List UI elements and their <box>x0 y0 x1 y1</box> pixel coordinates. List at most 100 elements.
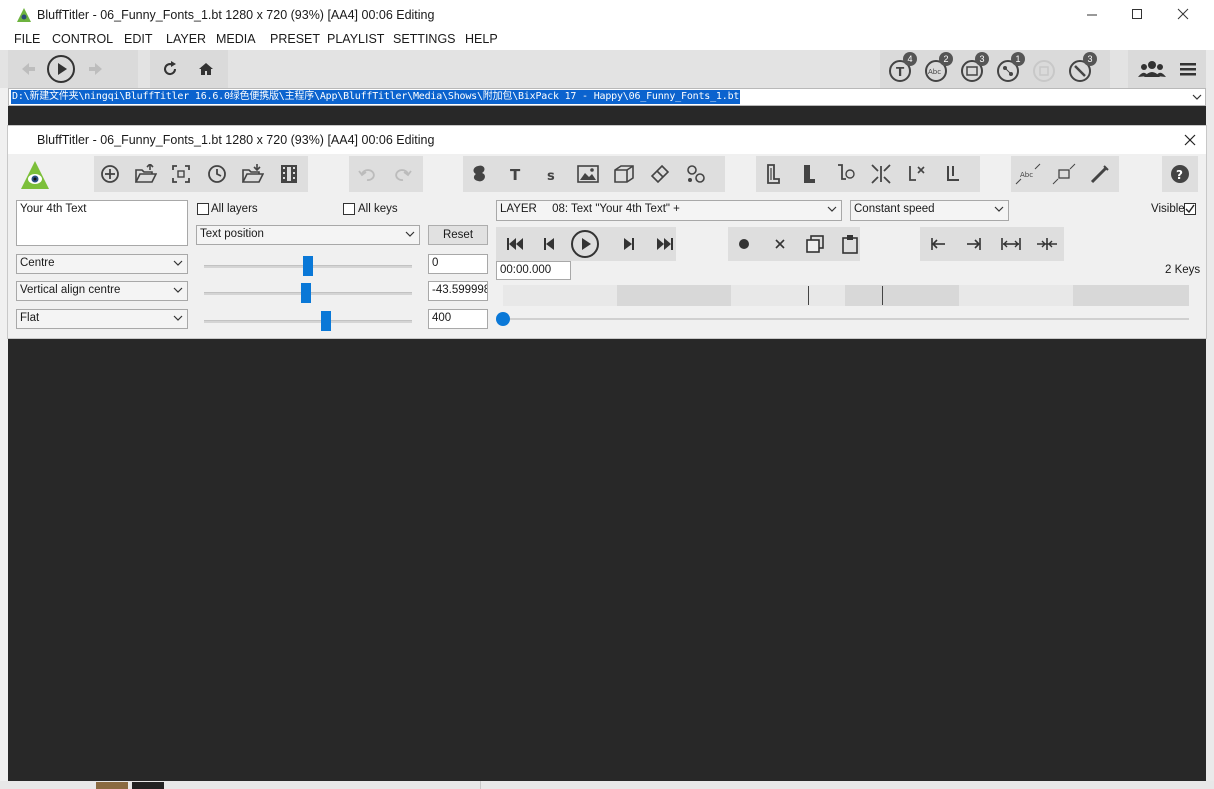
all-layers-checkbox[interactable] <box>197 203 209 215</box>
y-value-field[interactable]: -43.599998 <box>428 281 488 301</box>
menu-playlist[interactable]: PLAYLIST <box>327 32 384 46</box>
chevron-down-icon <box>994 204 1004 214</box>
home-icon[interactable] <box>198 61 214 77</box>
x-value-field[interactable]: 0 <box>428 254 488 274</box>
skip-end-icon[interactable] <box>656 236 674 252</box>
property-select[interactable]: Text position <box>196 225 420 245</box>
picture-layers-badge: 3 <box>975 52 989 66</box>
path-text[interactable]: D:\新建文件夹\ningqi\BluffTitler 16.6.0绿色便携版\… <box>11 90 741 104</box>
close-icon[interactable] <box>1177 8 1189 20</box>
minimize-icon[interactable] <box>1086 8 1098 20</box>
y-slider-thumb[interactable] <box>301 283 312 303</box>
key-marker[interactable] <box>882 286 883 305</box>
back-arrow-icon[interactable] <box>20 62 36 76</box>
layer-link-icon[interactable] <box>832 161 858 187</box>
delete-key-icon[interactable] <box>774 238 786 250</box>
layer-bottom-icon[interactable] <box>940 161 966 187</box>
svg-text:T: T <box>510 166 521 183</box>
horizontal-align-select[interactable]: Centre <box>16 254 188 274</box>
key-marker[interactable] <box>808 286 809 305</box>
film-icon[interactable] <box>276 161 302 187</box>
speed-select-value: Constant speed <box>854 203 935 215</box>
menu-edit[interactable]: EDIT <box>124 32 152 46</box>
layer-properties-icon[interactable] <box>760 161 786 187</box>
z-slider-thumb[interactable] <box>320 311 331 331</box>
next-key-icon[interactable] <box>966 237 982 251</box>
menu-media[interactable]: MEDIA <box>216 32 256 46</box>
forward-arrow-icon[interactable] <box>88 62 104 76</box>
visible-checkbox[interactable] <box>1184 203 1196 215</box>
cube-layer-icon[interactable] <box>611 161 637 187</box>
eraser-icon[interactable] <box>647 161 673 187</box>
text-content-field[interactable]: Your 4th Text <box>16 200 188 246</box>
wand-icon[interactable] <box>1087 161 1113 187</box>
style-select[interactable]: Flat <box>16 309 188 329</box>
vertical-align-select[interactable]: Vertical align centre <box>16 281 188 301</box>
layer-collapse-icon[interactable] <box>868 161 894 187</box>
cube-layers-icon[interactable] <box>1032 57 1058 83</box>
layer-fill-icon[interactable] <box>796 161 822 187</box>
add-layer-icon[interactable] <box>97 161 123 187</box>
layer-select[interactable]: LAYER 08: Text "Your 4th Text" + <box>496 200 842 221</box>
step-forward-icon[interactable] <box>623 236 635 252</box>
x-slider-thumb[interactable] <box>303 256 313 276</box>
text-layer-icon[interactable]: T <box>503 161 529 187</box>
expand-picture-icon[interactable] <box>1051 161 1077 187</box>
maximize-icon[interactable] <box>1131 8 1143 20</box>
paste-key-icon[interactable] <box>842 234 858 254</box>
prev-key-icon[interactable] <box>930 237 946 251</box>
vertical-align-value: Vertical align centre <box>20 284 121 296</box>
undo-icon[interactable] <box>354 161 380 187</box>
time-slider-thumb[interactable] <box>496 312 510 326</box>
expand-abc-icon[interactable]: Abc <box>1015 161 1041 187</box>
reset-button[interactable]: Reset <box>428 225 488 245</box>
refresh-icon[interactable] <box>162 61 178 77</box>
desktop-edge-right <box>1206 50 1214 789</box>
record-key-icon[interactable] <box>738 238 750 250</box>
checkmark-icon <box>1185 204 1195 214</box>
effect-layers-badge: 3 <box>1083 52 1097 66</box>
picture-layer-icon[interactable] <box>575 161 601 187</box>
key-timeline[interactable] <box>503 285 1189 306</box>
clock-icon[interactable] <box>204 161 230 187</box>
layer-delete-icon[interactable] <box>904 161 930 187</box>
editor-close-icon[interactable] <box>1184 134 1196 146</box>
copy-key-icon[interactable] <box>806 235 824 253</box>
time-slider-track[interactable] <box>503 318 1189 320</box>
menu-settings[interactable]: SETTINGS <box>393 32 456 46</box>
z-value-field[interactable]: 400 <box>428 309 488 329</box>
hamburger-menu-icon[interactable] <box>1180 61 1196 77</box>
import-media-icon[interactable] <box>240 161 266 187</box>
editor-play-icon[interactable] <box>570 229 600 259</box>
redo-icon[interactable] <box>390 161 416 187</box>
open-folder-icon[interactable] <box>133 161 159 187</box>
shrink-keys-icon[interactable] <box>1036 237 1058 251</box>
z-slider-track[interactable] <box>204 320 412 323</box>
menu-control[interactable]: CONTROL <box>52 32 113 46</box>
particles-icon[interactable] <box>683 161 709 187</box>
menu-layer[interactable]: LAYER <box>166 32 206 46</box>
path-dropdown-icon[interactable] <box>1192 92 1202 102</box>
path-combobox[interactable]: D:\新建文件夹\ningqi\BluffTitler 16.6.0绿色便携版\… <box>8 88 1206 106</box>
step-back-icon[interactable] <box>543 236 555 252</box>
community-icon[interactable] <box>1138 60 1166 78</box>
time-field[interactable]: 00:00.000 <box>496 261 571 280</box>
all-keys-checkbox[interactable] <box>343 203 355 215</box>
keys-count-label: 2 Keys <box>1165 264 1201 276</box>
frame-icon[interactable] <box>168 161 194 187</box>
menu-help[interactable]: HELP <box>465 32 498 46</box>
play-icon[interactable] <box>46 54 76 84</box>
skip-start-icon[interactable] <box>506 236 524 252</box>
help-icon[interactable]: ? <box>1167 161 1193 187</box>
menu-preset[interactable]: PRESET <box>270 32 320 46</box>
s-layer-icon[interactable]: s <box>539 161 565 187</box>
editor-window-title: BluffTitler - 06_Funny_Fonts_1.bt 1280 x… <box>37 133 435 147</box>
chevron-down-icon <box>827 204 837 214</box>
editor-titlebar: BluffTitler - 06_Funny_Fonts_1.bt 1280 x… <box>8 126 1206 154</box>
chevron-down-icon <box>173 258 183 268</box>
menu-file[interactable]: FILE <box>14 32 40 46</box>
expand-keys-icon[interactable] <box>1000 237 1022 251</box>
blob-layer-icon[interactable] <box>467 161 493 187</box>
speed-select[interactable]: Constant speed <box>850 200 1009 221</box>
svg-text:?: ? <box>1176 168 1183 182</box>
